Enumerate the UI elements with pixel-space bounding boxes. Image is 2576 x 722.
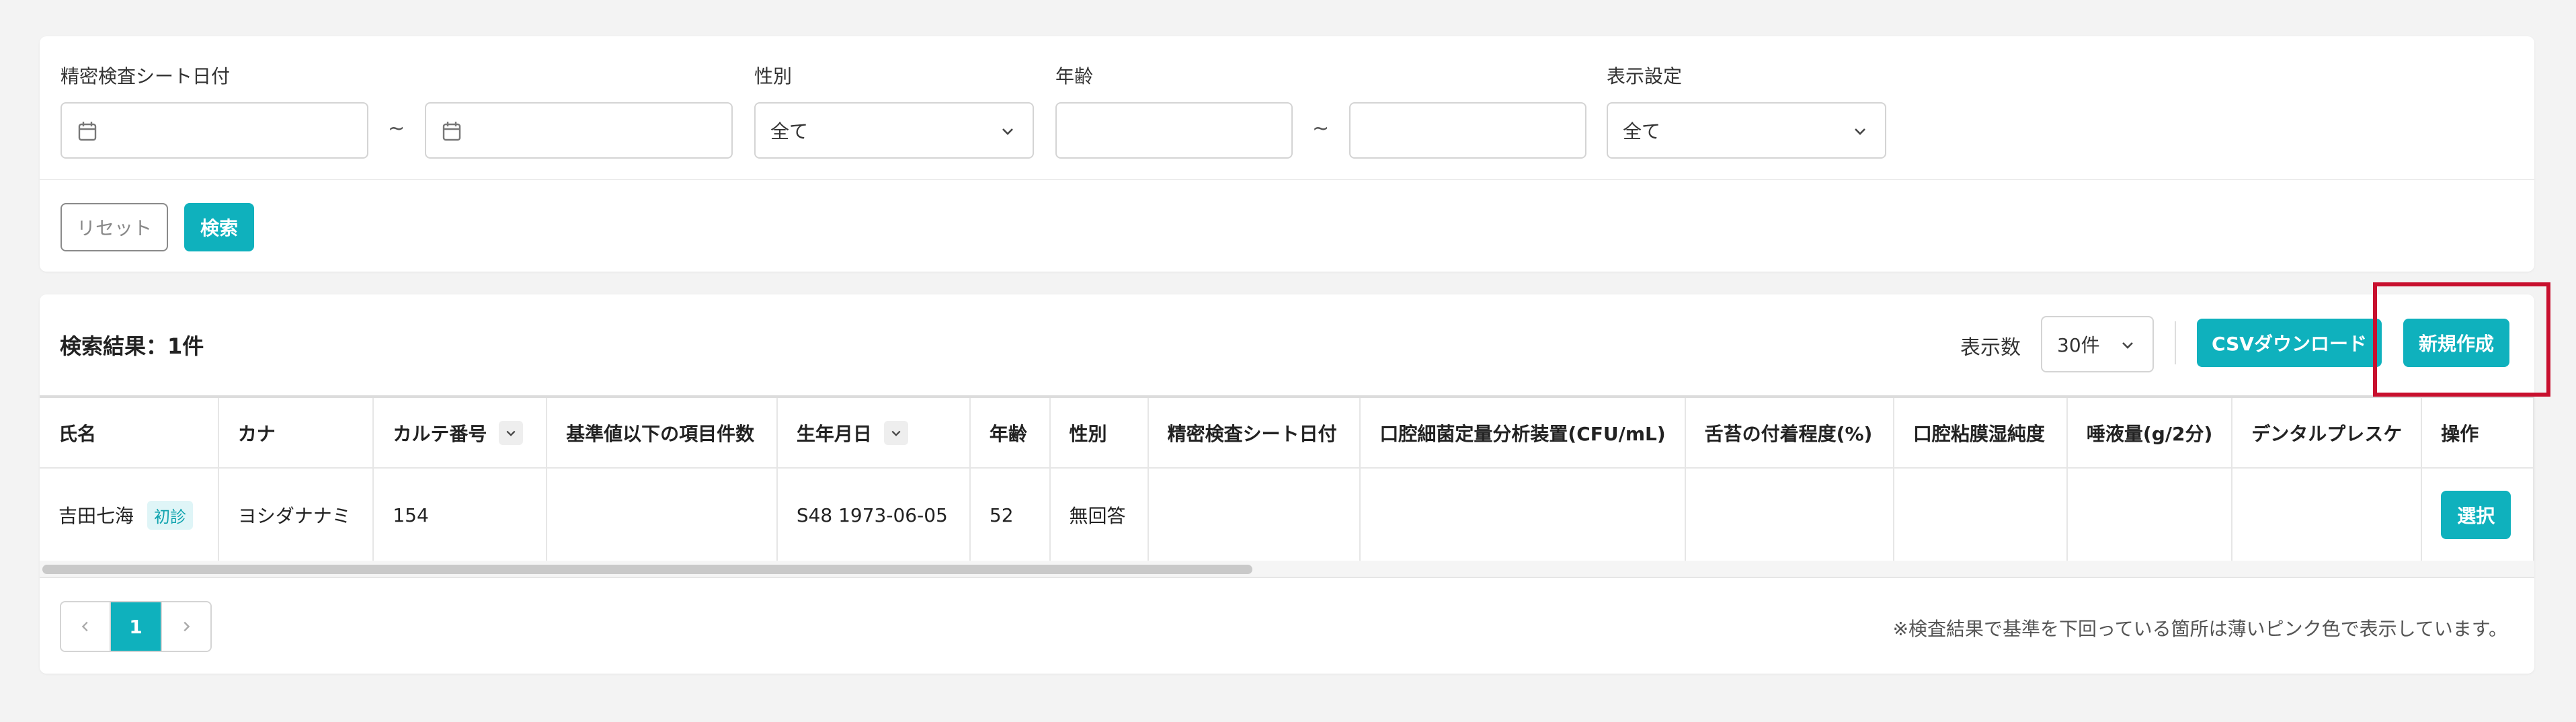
cell-birth: S48 1973-06-05 — [776, 468, 971, 563]
gender-filter-label: 性別 — [754, 65, 793, 87]
cell-sheet-date — [1148, 468, 1361, 563]
gender-select[interactable]: 全て — [754, 102, 1034, 159]
results-title: 検索結果：1件 — [60, 333, 204, 359]
cell-tongue — [1685, 468, 1894, 563]
prev-page-button[interactable] — [61, 602, 111, 651]
chevron-right-icon — [184, 621, 190, 632]
patient-name: 吉田七海 — [58, 504, 134, 527]
calendar-icon — [78, 122, 97, 141]
col-header-tongue: 舌苔の付着程度(%) — [1685, 395, 1894, 469]
age-from-input[interactable] — [1055, 102, 1293, 159]
age-range-separator: ~ — [1312, 117, 1330, 141]
col-header-chart-no-label: カルテ番号 — [393, 422, 487, 445]
status-badge: 初診 — [147, 500, 194, 530]
col-header-chart-no[interactable]: カルテ番号 — [373, 395, 548, 469]
col-header-below-count: 基準値以下の項目件数 — [547, 395, 778, 469]
cell-kana: ヨシダナナミ — [218, 468, 374, 563]
search-button[interactable]: 検索 — [184, 203, 254, 251]
pagination: 1 — [60, 601, 212, 652]
chevron-down-icon — [2122, 342, 2133, 349]
filter-divider — [40, 179, 2534, 180]
toolbar-divider — [2175, 321, 2176, 364]
age-filter-label: 年齢 — [1055, 65, 1094, 87]
col-header-age: 年齢 — [969, 395, 1051, 469]
date-to-input[interactable] — [425, 102, 733, 159]
select-button[interactable]: 選択 — [2441, 491, 2511, 539]
col-header-gender: 性別 — [1049, 395, 1149, 469]
search-results-panel: 検索結果：1件 表示数 30件 CSVダウンロード 新規作成 氏名 カナ カルテ… — [40, 294, 2534, 674]
results-table: 氏名 カナ カルテ番号 基準値以下の項目件数 生年月日 年齢 性別 精密検査シー… — [40, 395, 2534, 563]
chevron-down-icon — [1002, 128, 1013, 135]
scrollbar-thumb[interactable] — [42, 565, 1252, 574]
display-setting-label: 表示設定 — [1607, 65, 1683, 87]
csv-download-button[interactable]: CSVダウンロード — [2197, 319, 2382, 367]
col-header-sheet-date: 精密検査シート日付 — [1148, 395, 1361, 469]
date-range-separator: ~ — [388, 117, 405, 141]
date-from-input[interactable] — [61, 102, 368, 159]
cell-saliva — [2066, 468, 2233, 563]
display-setting-select[interactable]: 全て — [1607, 102, 1886, 159]
highlight-box — [2373, 282, 2550, 397]
col-header-kana: カナ — [218, 395, 374, 469]
search-filter-panel: 精密検査シート日付 ~ 性別 全て 年齢 ~ 表示設定 全て リセット 検索 — [40, 36, 2534, 272]
chevron-down-icon — [1855, 128, 1865, 135]
cell-age: 52 — [969, 468, 1051, 563]
calendar-icon — [442, 122, 461, 141]
col-header-mucosa: 口腔粘膜湿純度 — [1893, 395, 2068, 469]
page-size-value: 30件 — [2057, 334, 2100, 356]
horizontal-scrollbar[interactable] — [40, 561, 2534, 578]
legend-note: ※検査結果で基準を下回っている箇所は薄いピンク色で表示しています。 — [1892, 618, 2507, 640]
col-header-birth-label: 生年月日 — [796, 422, 872, 445]
sort-chevron-icon[interactable] — [499, 420, 524, 445]
col-header-birth[interactable]: 生年月日 — [776, 395, 971, 469]
sort-chevron-icon[interactable] — [883, 420, 908, 445]
age-to-input[interactable] — [1349, 102, 1586, 159]
page-size-label: 表示数 — [1960, 336, 2021, 360]
col-header-action: 操作 — [2421, 395, 2534, 469]
date-filter-label: 精密検査シート日付 — [61, 65, 231, 87]
col-header-bacteria: 口腔細菌定量分析装置(CFU/mL) — [1360, 395, 1686, 469]
next-page-button[interactable] — [161, 602, 210, 651]
col-header-dental: デンタルプレスケ — [2232, 395, 2423, 469]
page-size-select[interactable]: 30件 — [2041, 316, 2154, 372]
cell-bacteria — [1360, 468, 1686, 563]
col-header-name: 氏名 — [40, 395, 219, 469]
gender-select-value: 全て — [770, 120, 809, 143]
reset-button[interactable]: リセット — [61, 203, 168, 251]
table-header-row: 氏名 カナ カルテ番号 基準値以下の項目件数 生年月日 年齢 性別 精密検査シー… — [40, 395, 2534, 469]
cell-chart-no: 154 — [373, 468, 548, 563]
cell-gender: 無回答 — [1049, 468, 1149, 563]
cell-below-count — [547, 468, 778, 563]
cell-mucosa — [1893, 468, 2068, 563]
chevron-left-icon — [81, 621, 88, 632]
page-button-1[interactable]: 1 — [111, 602, 161, 651]
col-header-saliva: 唾液量(g/2分) — [2066, 395, 2233, 469]
cell-name: 吉田七海 初診 — [40, 468, 219, 563]
cell-dental — [2232, 468, 2423, 563]
display-setting-value: 全て — [1623, 120, 1661, 143]
table-row: 吉田七海 初診 ヨシダナナミ 154 S48 1973-06-05 52 無回答 … — [40, 468, 2534, 563]
cell-action: 選択 — [2421, 468, 2534, 563]
